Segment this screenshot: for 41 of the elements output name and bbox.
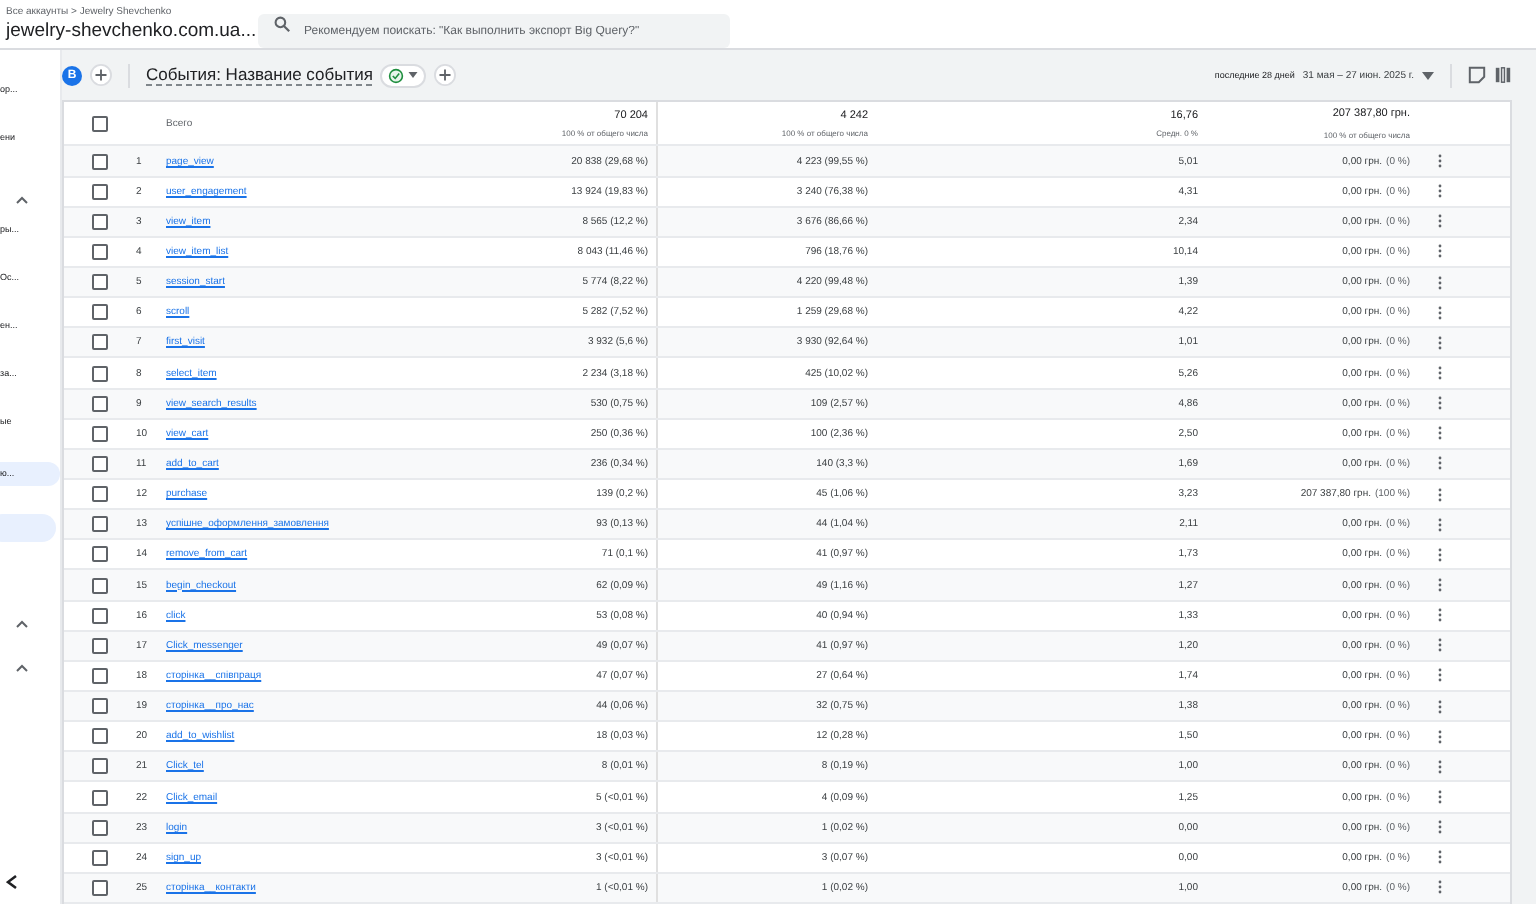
status-chip[interactable] (380, 63, 427, 88)
row-checkbox[interactable] (92, 516, 108, 533)
row-checkbox[interactable] (92, 698, 108, 715)
caret-icon[interactable] (1422, 71, 1434, 80)
row-checkbox[interactable] (92, 728, 108, 745)
row-checkbox[interactable] (92, 213, 108, 230)
row-checkbox[interactable] (92, 577, 108, 594)
check-icon (388, 67, 405, 84)
row-checkbox[interactable] (92, 819, 108, 836)
row-checkbox[interactable] (92, 486, 108, 503)
row-checkbox[interactable] (92, 274, 108, 291)
row-checkbox[interactable] (92, 789, 108, 805)
note-icon[interactable] (1468, 66, 1486, 85)
row-checkbox[interactable] (92, 153, 108, 170)
row-checkbox[interactable] (92, 183, 108, 200)
row-checkbox[interactable] (92, 304, 108, 321)
select-all-checkbox[interactable] (92, 115, 108, 132)
chevron-up-icon[interactable] (16, 196, 28, 204)
add-icon[interactable] (434, 64, 457, 87)
property-selector[interactable]: jewelry-shevchenko.com.ua... (6, 19, 257, 43)
row-checkbox[interactable] (92, 243, 108, 260)
chevron-up-icon[interactable] (16, 620, 28, 628)
row-checkbox[interactable] (92, 849, 108, 866)
report-title: События: Название события (146, 64, 373, 87)
add-icon[interactable] (90, 64, 112, 87)
row-checkbox[interactable] (92, 455, 108, 472)
row-checkbox[interactable] (92, 607, 108, 624)
chevron-up-icon[interactable] (16, 664, 28, 672)
caret-icon (408, 72, 419, 79)
row-checkbox[interactable] (92, 546, 108, 563)
row-checkbox[interactable] (92, 879, 108, 896)
row-checkbox[interactable] (92, 365, 108, 382)
row-checkbox[interactable] (92, 637, 108, 654)
row-checkbox[interactable] (92, 395, 108, 412)
search-icon (274, 16, 290, 32)
row-checkbox[interactable] (92, 758, 108, 775)
row-checkbox[interactable] (92, 425, 108, 442)
columns-icon[interactable] (1494, 66, 1512, 85)
row-checkbox[interactable] (92, 667, 108, 684)
collapse-icon[interactable] (6, 874, 18, 890)
row-checkbox[interactable] (92, 334, 108, 351)
